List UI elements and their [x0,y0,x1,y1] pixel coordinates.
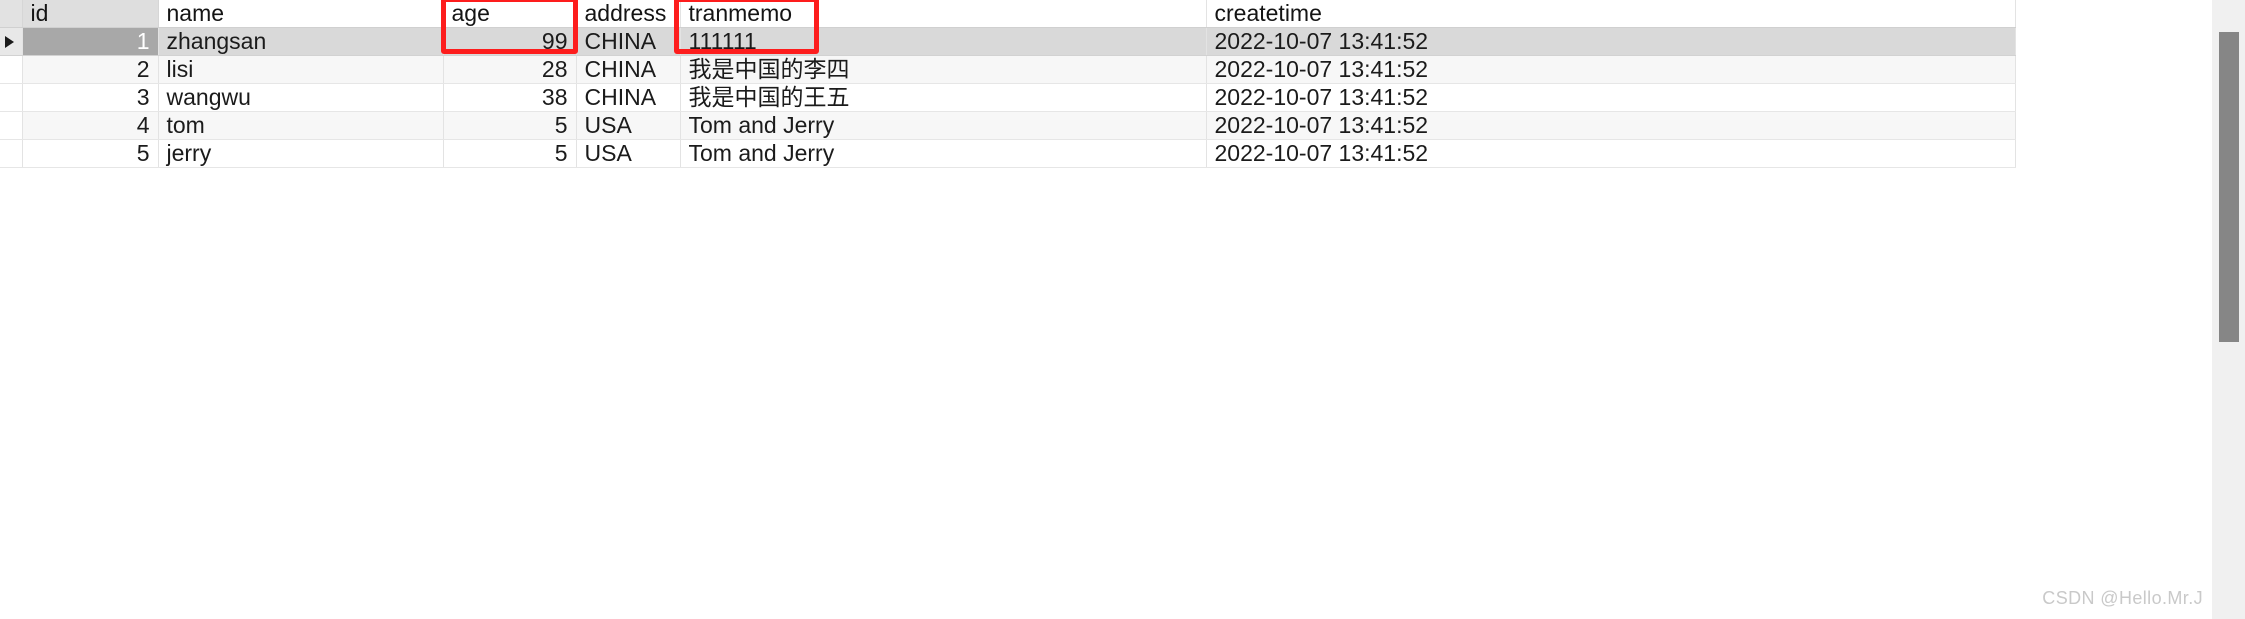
watermark-label: CSDN @Hello.Mr.J [2042,588,2203,608]
cell-name[interactable]: jerry [158,139,444,168]
cell-tranmemo[interactable]: Tom and Jerry [680,111,1207,140]
data-grid-screen: id name age address tranmemo createtime … [0,0,2245,619]
data-grid-table: id name age address tranmemo createtime … [0,0,2016,168]
cell-id[interactable]: 2 [22,55,159,84]
cell-id[interactable]: 5 [22,139,159,168]
cell-createtime[interactable]: 2022-10-07 13:41:52 [1206,27,2016,56]
cell-name[interactable]: lisi [158,55,444,84]
cell-tranmemo[interactable]: 111111 [680,27,1207,56]
cell-age[interactable]: 5 [443,139,577,168]
table-row[interactable]: 3 wangwu 38 CHINA 我是中国的王五 2022-10-07 13:41:52 [0,83,2016,112]
data-grid-viewport[interactable]: id name age address tranmemo createtime … [0,0,2212,619]
row-header-gutter[interactable] [0,27,23,56]
cell-createtime[interactable]: 2022-10-07 13:41:52 [1206,139,2016,168]
cell-createtime[interactable]: 2022-10-07 13:41:52 [1206,55,2016,84]
table-row[interactable]: 1 zhangsan 99 CHINA 111111 2022-10-07 13:41:5… [0,27,2016,56]
table-body: 1 zhangsan 99 CHINA 111111 2022-10-07 13:41:5… [0,27,2016,168]
cell-address[interactable]: CHINA [576,55,681,84]
cell-age[interactable]: 99 [443,27,577,56]
cell-createtime[interactable]: 2022-10-07 13:41:52 [1206,83,2016,112]
cell-name[interactable]: tom [158,111,444,140]
vertical-scrollbar[interactable] [2212,0,2245,619]
header-gutter [0,0,23,28]
cell-address[interactable]: USA [576,111,681,140]
column-header-address[interactable]: address [576,0,681,28]
cell-id[interactable]: 4 [22,111,159,140]
cell-age[interactable]: 5 [443,111,577,140]
scrollbar-thumb[interactable] [2219,32,2239,342]
cell-createtime[interactable]: 2022-10-07 13:41:52 [1206,111,2016,140]
column-header-name[interactable]: name [158,0,444,28]
header-row: id name age address tranmemo createtime [0,0,2016,28]
cell-address[interactable]: CHINA [576,27,681,56]
column-header-tranmemo[interactable]: tranmemo [680,0,1207,28]
column-header-createtime[interactable]: createtime [1206,0,2016,28]
cell-tranmemo[interactable]: Tom and Jerry [680,139,1207,168]
cell-id[interactable]: 1 [22,27,159,56]
cell-tranmemo[interactable]: 我是中国的王五 [680,83,1207,112]
table-header: id name age address tranmemo createtime [0,0,2016,28]
cell-name[interactable]: zhangsan [158,27,444,56]
row-header-gutter[interactable] [0,111,23,140]
column-header-id[interactable]: id [22,0,159,28]
cell-age[interactable]: 28 [443,55,577,84]
play-triangle-icon [5,35,14,48]
row-header-gutter[interactable] [0,55,23,84]
cell-tranmemo[interactable]: 我是中国的李四 [680,55,1207,84]
cell-address[interactable]: USA [576,139,681,168]
cell-id[interactable]: 3 [22,83,159,112]
column-header-age[interactable]: age [443,0,577,28]
table-row[interactable]: 2 lisi 28 CHINA 我是中国的李四 2022-10-07 13:41:52 [0,55,2016,84]
table-row[interactable]: 4 tom 5 USA Tom and Jerry 2022-10-07 13:41:52 [0,111,2016,140]
cell-age[interactable]: 38 [443,83,577,112]
table-row[interactable]: 5 jerry 5 USA Tom and Jerry 2022-10-07 13:41:… [0,139,2016,168]
row-header-gutter[interactable] [0,83,23,112]
cell-name[interactable]: wangwu [158,83,444,112]
row-header-gutter[interactable] [0,139,23,168]
cell-address[interactable]: CHINA [576,83,681,112]
